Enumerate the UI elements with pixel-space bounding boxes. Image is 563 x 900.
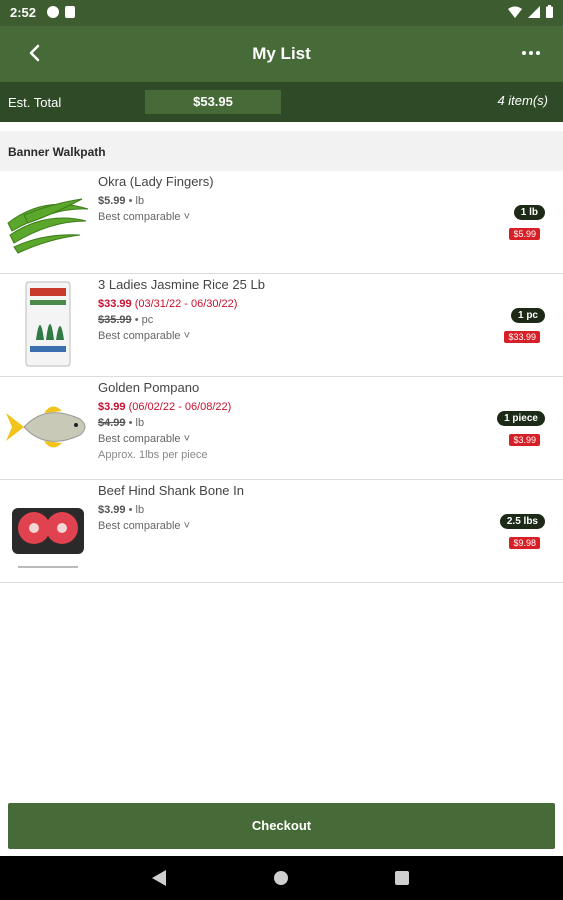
est-total-amount: $53.95 (145, 90, 281, 114)
list-item-okra[interactable]: Okra (Lady Fingers) $5.99 • lb Best comp… (0, 171, 563, 274)
item-name: Golden Pompano (98, 380, 200, 395)
fish-image (6, 406, 86, 448)
list-item-pompano[interactable]: Golden Pompano $3.99 (06/02/22 - 06/08/2… (0, 377, 563, 480)
quantity-badge[interactable]: 1 lb (513, 205, 545, 220)
best-comparable-toggle[interactable]: Best comparable ˅ (98, 211, 478, 223)
item-info: Golden Pompano $3.99 (06/02/22 - 06/08/2… (98, 380, 478, 461)
battery-icon (546, 5, 553, 18)
best-comparable-toggle[interactable]: Best comparable ˅ (98, 330, 478, 342)
nav-back-icon[interactable] (152, 870, 166, 886)
beef-image (12, 508, 84, 568)
wifi-icon (508, 6, 522, 18)
item-price-line: $4.99 • lb (98, 417, 145, 429)
item-name: Beef Hind Shank Bone In (98, 483, 244, 498)
item-info: Beef Hind Shank Bone In $3.99 • lb Best … (98, 483, 478, 536)
section-title: Banner Walkpath (8, 145, 106, 159)
quantity-badge[interactable]: 1 pc (510, 308, 545, 323)
item-sale-line: $33.99 (03/31/22 - 06/30/22) (98, 298, 238, 310)
status-bar: 2:52 (0, 0, 563, 26)
nav-recents-icon[interactable] (395, 871, 409, 885)
checkout-button[interactable]: Checkout (8, 803, 555, 849)
item-name: 3 Ladies Jasmine Rice 25 Lb (98, 277, 265, 292)
item-info: Okra (Lady Fingers) $5.99 • lb Best comp… (98, 174, 478, 227)
system-nav-bar (0, 856, 563, 900)
line-total-badge: $3.99 (509, 434, 540, 446)
item-price-line: $5.99 • lb (98, 195, 145, 207)
item-name: Okra (Lady Fingers) (98, 174, 214, 189)
best-comparable-toggle[interactable]: Best comparable ˅ (98, 520, 478, 532)
item-sale-line: $3.99 (06/02/22 - 06/08/22) (98, 401, 232, 413)
nav-home-icon[interactable] (274, 871, 288, 885)
quantity-badge[interactable]: 2.5 lbs (499, 514, 545, 529)
item-info: 3 Ladies Jasmine Rice 25 Lb $33.99 (03/3… (98, 277, 478, 346)
app-bar: My List (0, 26, 563, 82)
status-time: 2:52 (10, 5, 37, 20)
best-comparable-toggle[interactable]: Best comparable ˅ (98, 433, 478, 445)
item-count: 4 item(s) (497, 93, 548, 108)
signal-icon (528, 5, 540, 18)
item-price-line: $35.99 • pc (98, 314, 154, 326)
line-total-badge: $33.99 (504, 331, 540, 343)
more-dots-icon[interactable] (519, 46, 543, 60)
list-item-beef[interactable]: Beef Hind Shank Bone In $3.99 • lb Best … (0, 480, 563, 583)
line-total-badge: $5.99 (509, 228, 540, 240)
okra-image (7, 198, 89, 254)
quantity-badge[interactable]: 1 piece (497, 411, 545, 426)
section-header: Banner Walkpath (0, 131, 563, 171)
approx-weight-note: Approx. 1lbs per piece (98, 449, 208, 461)
estimated-total-bar: Est. Total $53.95 4 item(s) (0, 82, 563, 122)
item-price-line: $3.99 • lb (98, 504, 145, 516)
rice-bag-image (25, 281, 71, 367)
est-total-label: Est. Total (8, 95, 62, 110)
system-icons (508, 5, 553, 18)
list-item-rice[interactable]: 3 Ladies Jasmine Rice 25 Lb $33.99 (03/3… (0, 274, 563, 377)
shopping-list: Okra (Lady Fingers) $5.99 • lb Best comp… (0, 171, 563, 583)
notification-icons (47, 6, 75, 18)
line-total-badge: $9.98 (509, 537, 540, 549)
page-title: My List (252, 44, 311, 63)
